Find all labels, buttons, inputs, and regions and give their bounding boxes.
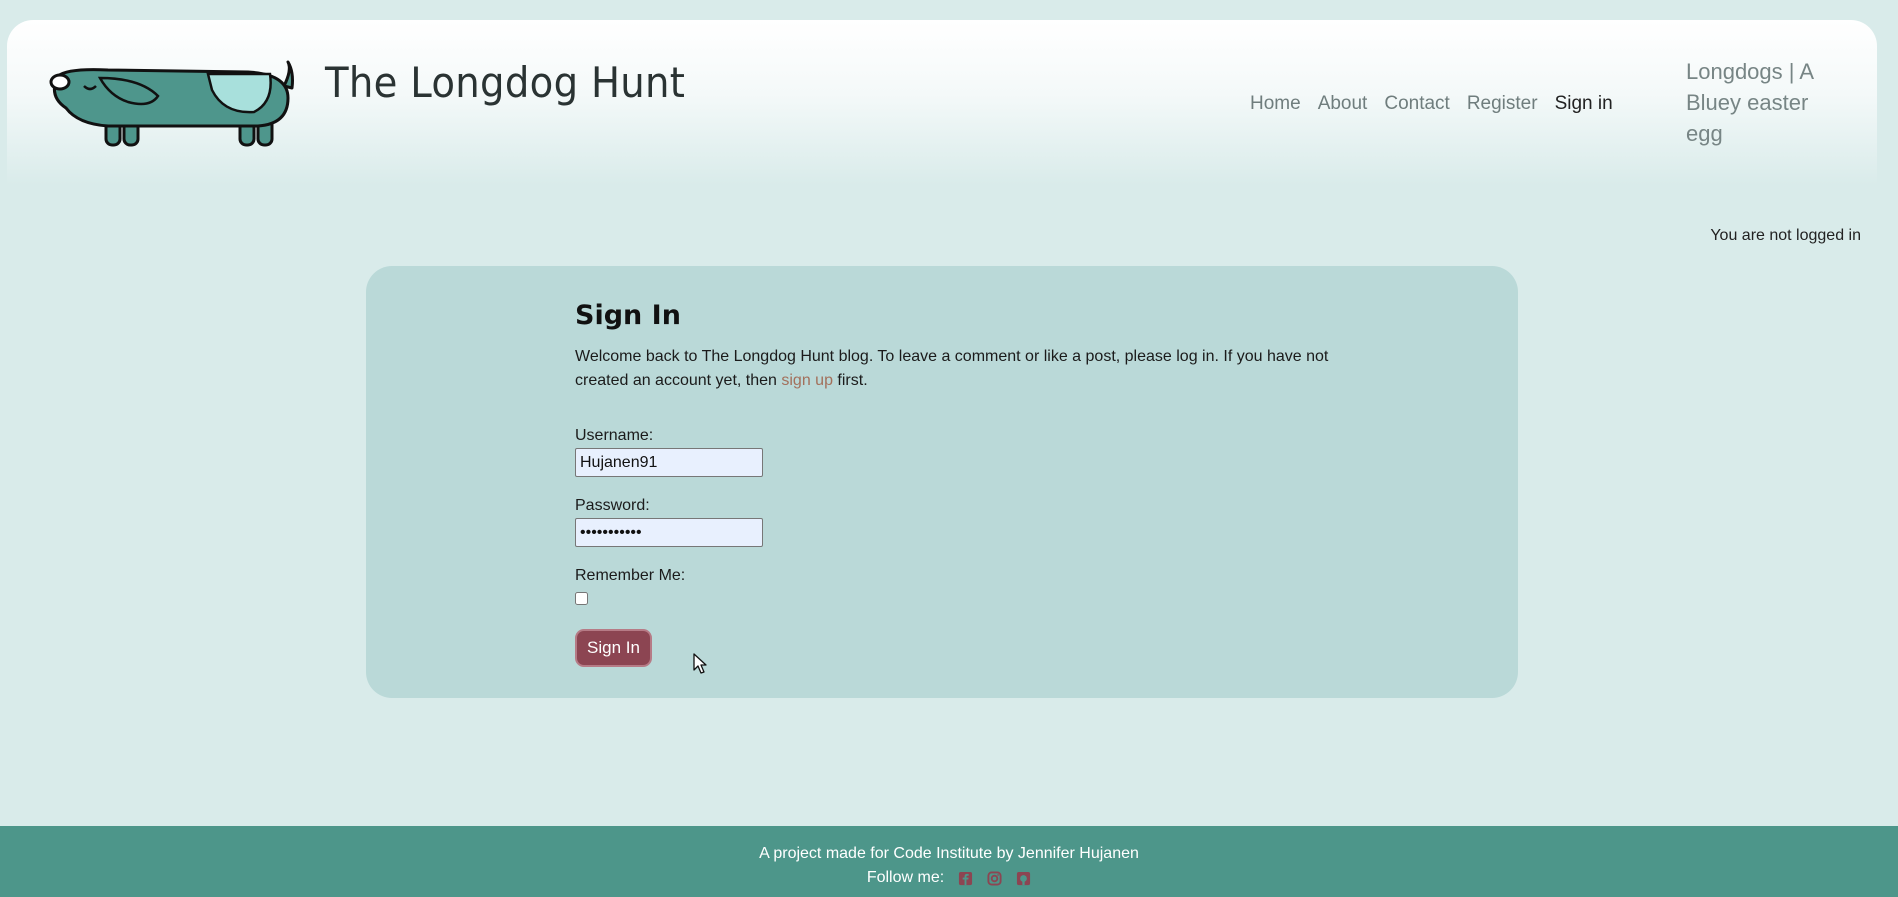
signin-intro-block: Sign In Welcome back to The Longdog Hunt… (575, 300, 1335, 409)
nav-contact[interactable]: Contact (1384, 93, 1449, 115)
intro-text: Welcome back to The Longdog Hunt blog. T… (575, 348, 1329, 389)
follow-me-label: Follow me: (866, 869, 945, 886)
github-icon[interactable] (1016, 871, 1031, 886)
password-input[interactable] (575, 518, 763, 547)
nav-register[interactable]: Register (1467, 93, 1538, 115)
remember-me-label: Remember Me: (575, 567, 686, 584)
main-nav: Home About Contact Register Sign in (1250, 93, 1613, 115)
sign-up-link[interactable]: sign up (781, 372, 833, 389)
signin-intro: Welcome back to The Longdog Hunt blog. T… (575, 345, 1335, 393)
footer-social-row: Follow me: (0, 869, 1898, 887)
remember-me-checkbox[interactable] (575, 592, 588, 605)
username-input[interactable] (575, 448, 763, 477)
nav-about[interactable]: About (1318, 93, 1368, 115)
intro-text-end: first. (837, 372, 868, 389)
page-title: Sign In (575, 300, 681, 331)
longdog-logo[interactable] (48, 56, 298, 150)
mouse-cursor-icon (693, 653, 707, 674)
facebook-icon[interactable] (958, 871, 973, 886)
footer-credit: A project made for Code Institute by Jen… (759, 845, 1139, 862)
auth-status-text: You are not logged in (1710, 227, 1861, 244)
site-title[interactable]: The Longdog Hunt (325, 58, 685, 107)
nav-sign-in[interactable]: Sign in (1555, 93, 1613, 115)
site-footer: A project made for Code Institute by Jen… (0, 826, 1898, 897)
instagram-icon[interactable] (987, 870, 1002, 886)
sign-in-button[interactable]: Sign In (575, 629, 652, 667)
nav-home[interactable]: Home (1250, 93, 1301, 115)
password-label: Password: (575, 497, 650, 514)
bluey-easter-egg-link[interactable]: Longdogs | A Bluey easter egg (1686, 56, 1846, 149)
username-label: Username: (575, 427, 654, 444)
